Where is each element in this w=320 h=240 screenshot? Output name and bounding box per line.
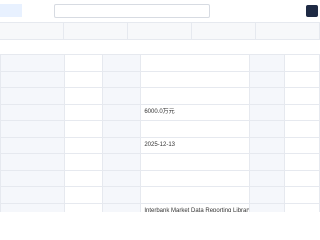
top-bar: [0, 0, 320, 23]
tab-2[interactable]: [64, 23, 128, 39]
field-label: [248, 186, 285, 204]
field-label: [102, 169, 142, 187]
field-value: [63, 186, 104, 204]
tab-bar: [0, 23, 320, 40]
field-value: [140, 70, 250, 88]
footer-note: [0, 212, 320, 240]
field-label: [0, 103, 65, 121]
field-value: [63, 87, 104, 105]
table-row: [0, 87, 320, 105]
field-value: [63, 136, 104, 154]
field-label: [0, 54, 65, 72]
field-label: [0, 87, 65, 105]
field-label: [102, 87, 142, 105]
tab-5[interactable]: [256, 23, 320, 39]
field-value: [283, 153, 320, 171]
field-label: [248, 169, 285, 187]
field-value: [63, 153, 104, 171]
table-row: [0, 120, 320, 138]
field-value: [283, 136, 320, 154]
field-label: [248, 136, 285, 154]
field-value: [283, 186, 320, 204]
field-label: [0, 136, 65, 154]
field-value: [140, 169, 250, 187]
tab-4[interactable]: [192, 23, 256, 39]
field-label: [102, 70, 142, 88]
table-row: [0, 70, 320, 88]
field-label: [102, 120, 142, 138]
field-label: [248, 70, 285, 88]
field-value: [140, 120, 250, 138]
field-label: [102, 54, 142, 72]
table-row: [0, 54, 320, 72]
field-label: [102, 136, 142, 154]
field-value: 6000.0万元: [140, 103, 250, 121]
field-label: [248, 103, 285, 121]
field-value: [283, 54, 320, 72]
table-row: [0, 169, 320, 187]
table-row: [0, 186, 320, 204]
field-label: [102, 103, 142, 121]
app-icon[interactable]: [306, 5, 318, 17]
field-value: [63, 70, 104, 88]
field-label: [248, 153, 285, 171]
field-value: [63, 169, 104, 187]
field-label: [248, 54, 285, 72]
field-value: 2025-12-13: [140, 136, 250, 154]
field-value: [63, 120, 104, 138]
field-label: [0, 70, 65, 88]
field-label: [248, 87, 285, 105]
field-label: [248, 120, 285, 138]
field-value: [283, 120, 320, 138]
field-value: [283, 70, 320, 88]
field-value: [140, 54, 250, 72]
table-row: 2025-12-13: [0, 136, 320, 154]
table-row: 6000.0万元: [0, 103, 320, 121]
field-value: [140, 186, 250, 204]
table-row: [0, 153, 320, 171]
field-value: [283, 87, 320, 105]
field-label: [102, 153, 142, 171]
field-value: [140, 153, 250, 171]
field-value: [63, 54, 104, 72]
field-value: [63, 103, 104, 121]
tab-1[interactable]: [0, 23, 64, 39]
field-label: [0, 153, 65, 171]
field-label: [0, 186, 65, 204]
field-value: [283, 103, 320, 121]
tab-3[interactable]: [128, 23, 192, 39]
registration-info-table: 6000.0万元 2025-12-13 Interbank Market Data …: [0, 54, 320, 220]
field-label: [102, 186, 142, 204]
field-value: [283, 169, 320, 187]
field-value: [140, 87, 250, 105]
field-label: [0, 120, 65, 138]
company-name-field[interactable]: [54, 4, 210, 18]
field-label: [0, 169, 65, 187]
status-badge: [0, 4, 22, 17]
